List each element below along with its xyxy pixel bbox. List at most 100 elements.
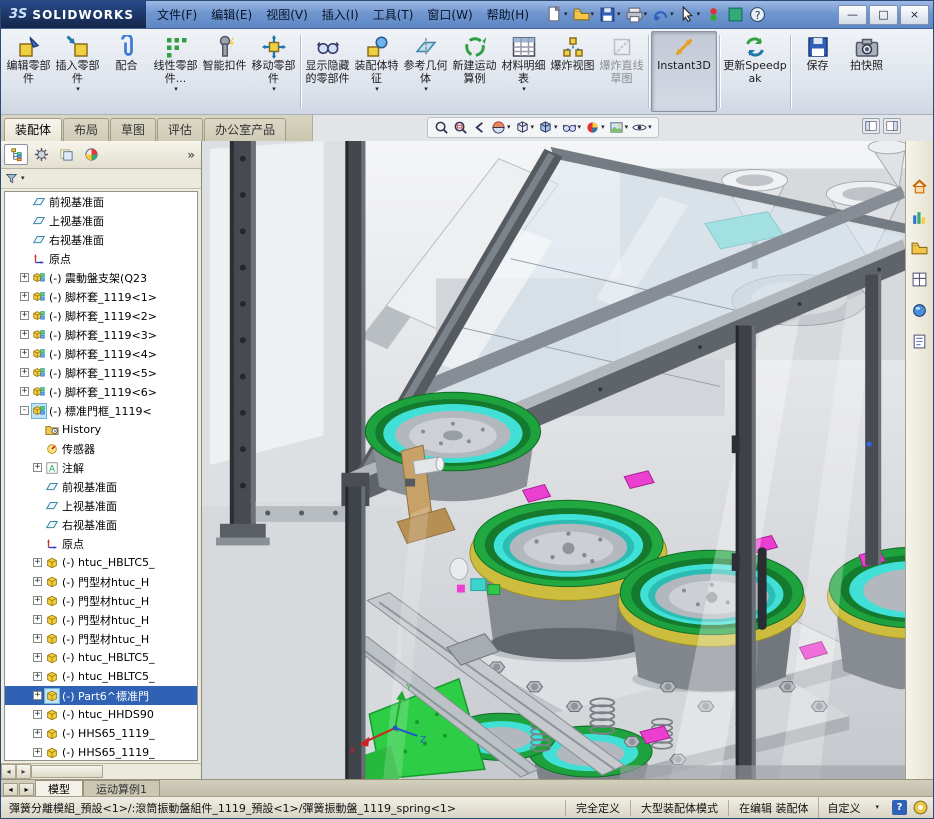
expand-toggle[interactable]: + [33, 691, 42, 700]
zoom-area-button[interactable] [452, 119, 469, 136]
menu-window[interactable]: 窗口(W) [420, 2, 479, 27]
expand-toggle[interactable]: + [33, 710, 42, 719]
scrollbar-track[interactable] [103, 764, 201, 779]
previous-view-button[interactable] [471, 119, 488, 136]
tree-item[interactable]: +A注解 [5, 458, 197, 477]
expand-toggle[interactable]: + [33, 653, 42, 662]
solidworks-resources-tab[interactable] [908, 175, 931, 198]
view-orientation-button[interactable]: ▾ [514, 119, 536, 136]
expand-toggle[interactable]: + [33, 672, 42, 681]
configurationmanager-tab[interactable] [54, 144, 78, 165]
tree-item[interactable]: +(-) 門型材htuc_H [5, 610, 197, 629]
tree-item[interactable]: 传感器 [5, 439, 197, 458]
minimize-button[interactable]: — [838, 5, 867, 25]
tree-item[interactable]: +(-) HHS65_1119_ [5, 743, 197, 761]
toolbar-move-component-button[interactable]: 移动零部件▾ [249, 31, 298, 112]
rebuild-button[interactable] [703, 5, 724, 24]
toolbar-explode-lines-button[interactable]: 爆炸直线草图 [597, 31, 646, 112]
tree-item[interactable]: +(-) 脚杯套_1119<3> [5, 325, 197, 344]
tree-item[interactable]: +(-) 脚杯套_1119<5> [5, 363, 197, 382]
tree-item[interactable]: 上视基准面 [5, 496, 197, 515]
menu-insert[interactable]: 插入(I) [315, 2, 366, 27]
toolbar-snapshot-button[interactable]: 拍快照 [842, 31, 891, 112]
tree-item[interactable]: +(-) htuc_HBLTC5_ [5, 553, 197, 572]
tree-horizontal-scrollbar[interactable]: ◂ ▸ [1, 763, 201, 779]
toolbar-linear-pattern-button[interactable]: 线性零部件...▾ [151, 31, 200, 112]
tree-item[interactable]: 前视基准面 [5, 477, 197, 496]
toolbar-exploded-view-button[interactable]: 爆炸视图 [548, 31, 597, 112]
tree-item[interactable]: 前视基准面 [5, 192, 197, 211]
tab-scroll-right-button[interactable]: ▸ [19, 783, 34, 796]
tree-item[interactable]: 上视基准面 [5, 211, 197, 230]
displaymanager-tab[interactable] [79, 144, 103, 165]
toolbar-edit-component-button[interactable]: 编辑零部件 [4, 31, 53, 112]
tree-item[interactable]: 右视基准面 [5, 515, 197, 534]
command-tab[interactable]: 草图 [110, 118, 156, 141]
tree-item[interactable]: 右视基准面 [5, 230, 197, 249]
expand-toggle[interactable]: + [20, 349, 29, 358]
toolbar-motion-study-button[interactable]: 新建运动算例 [450, 31, 499, 112]
tree-item[interactable]: +(-) HHS65_1119_ [5, 724, 197, 743]
tree-item[interactable]: -(-) 標准門框_1119< [5, 401, 197, 420]
menu-view[interactable]: 视图(V) [259, 2, 315, 27]
undo-button[interactable]: ▾ [650, 5, 676, 24]
graphics-area[interactable]: X Y Z [202, 141, 905, 779]
tree-item[interactable]: History [5, 420, 197, 439]
color-swatch-button[interactable] [725, 5, 746, 24]
zoom-fit-button[interactable] [433, 119, 450, 136]
toolbar-show-hidden-button[interactable]: 显示隐藏的零部件 [303, 31, 352, 112]
scroll-left-button[interactable]: ◂ [1, 764, 16, 779]
open-button[interactable]: ▾ [571, 5, 597, 24]
tree-item[interactable]: +(-) Part6^標准門 [5, 686, 197, 705]
expand-toggle[interactable]: + [20, 273, 29, 282]
close-button[interactable]: × [900, 5, 929, 25]
3d-model-view[interactable]: X Y Z [202, 141, 905, 779]
file-explorer-tab[interactable] [908, 237, 931, 260]
command-tab[interactable]: 装配体 [4, 118, 62, 141]
tree-item[interactable]: +(-) 脚杯套_1119<6> [5, 382, 197, 401]
expand-toggle[interactable]: + [20, 368, 29, 377]
menu-tools[interactable]: 工具(T) [366, 2, 421, 27]
maximize-button[interactable]: □ [869, 5, 898, 25]
toolbar-smart-fasteners-button[interactable]: 智能扣件 [200, 31, 249, 112]
toolbar-update-speedpak-button[interactable]: 更新Speedpak [722, 31, 788, 112]
edit-appearance-button[interactable]: ▾ [584, 119, 606, 136]
apply-scene-button[interactable]: ▾ [608, 119, 630, 136]
expand-toggle[interactable]: + [20, 292, 29, 301]
expand-toggle[interactable]: + [33, 558, 42, 567]
model-tab[interactable]: 运动算例1 [83, 780, 160, 796]
display-style-button[interactable]: ▾ [537, 119, 559, 136]
tree-item[interactable]: 原点 [5, 534, 197, 553]
expand-toggle[interactable]: + [20, 311, 29, 320]
help-button[interactable]: ? [747, 5, 768, 24]
featuremanager-tree-tab[interactable] [4, 144, 28, 165]
toolbar-save-doc-button[interactable]: 保存 [793, 31, 842, 112]
model-tab[interactable]: 模型 [35, 780, 83, 796]
tree-item[interactable]: +(-) htuc_HHDS90 [5, 705, 197, 724]
scroll-right-button[interactable]: ▸ [16, 764, 31, 779]
appearances-tab[interactable] [908, 299, 931, 322]
view-settings-button[interactable]: ▾ [631, 119, 653, 136]
tree-item[interactable]: +(-) 脚杯套_1119<2> [5, 306, 197, 325]
expand-toggle[interactable]: - [20, 406, 29, 415]
toolbar-reference-geometry-button[interactable]: 参考几何体▾ [401, 31, 450, 112]
save-button[interactable]: ▾ [597, 5, 623, 24]
menu-help[interactable]: 帮助(H) [480, 2, 536, 27]
toolbar-assembly-features-button[interactable]: 装配体特征▾ [352, 31, 401, 112]
command-tab[interactable]: 办公室产品 [204, 118, 286, 141]
command-tab[interactable]: 布局 [63, 118, 109, 141]
view-palette-tab[interactable] [908, 268, 931, 291]
panel-tabs-overflow[interactable]: » [184, 148, 198, 162]
expand-toggle[interactable]: + [33, 463, 42, 472]
tree-item[interactable]: +(-) htuc_HBLTC5_ [5, 648, 197, 667]
menu-file[interactable]: 文件(F) [150, 2, 204, 27]
command-tab[interactable]: 评估 [157, 118, 203, 141]
tree-item[interactable]: +(-) 門型材htuc_H [5, 629, 197, 648]
expand-toggle[interactable]: + [33, 596, 42, 605]
tab-scroll-left-button[interactable]: ◂ [3, 783, 18, 796]
section-view-button[interactable]: ▾ [490, 119, 512, 136]
tree-item[interactable]: +(-) htuc_HBLTC5_ [5, 667, 197, 686]
hide-show-items-button[interactable]: ▾ [561, 119, 583, 136]
toolbar-bom-button[interactable]: 材料明细表▾ [499, 31, 548, 112]
tree-item[interactable]: +(-) 震動盤支架(Q23 [5, 268, 197, 287]
